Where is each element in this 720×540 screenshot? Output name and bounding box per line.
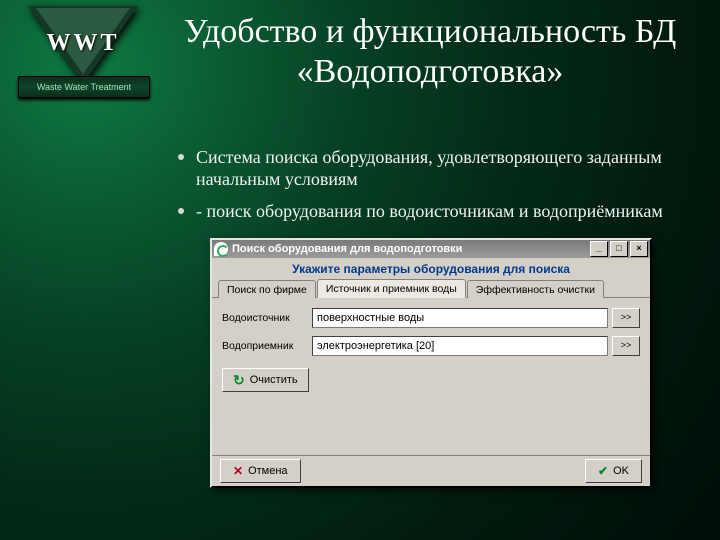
label-source: Водоисточник [222, 312, 312, 324]
minimize-button[interactable]: _ [590, 241, 608, 257]
bullet-list: Система поиска оборудования, удовлетворя… [138, 146, 720, 232]
tab-source-receiver[interactable]: Источник и приемник воды [317, 279, 466, 298]
field-receiver[interactable]: электроэнергетика [20] [312, 336, 608, 356]
ok-button[interactable]: ✔ OK [585, 459, 642, 483]
dialog-footer: ✕ Отмена ✔ OK [212, 455, 650, 486]
ok-label: OK [613, 465, 629, 477]
bullet-item: - поиск оборудования по водоисточникам и… [178, 200, 720, 222]
logo-bar: Waste Water Treatment [18, 76, 150, 98]
clear-label: Очистить [250, 374, 298, 386]
select-source-button[interactable]: >> [612, 308, 640, 328]
slide-title: Удобство и функциональность БД «Водоподг… [160, 12, 700, 92]
clear-button[interactable]: ↻ Очистить [222, 368, 309, 392]
titlebar[interactable]: Поиск оборудования для водоподготовки _ … [212, 240, 650, 258]
select-receiver-button[interactable]: >> [612, 336, 640, 356]
row-receiver: Водоприемник электроэнергетика [20] >> [222, 336, 640, 356]
logo-text: WWT [18, 30, 148, 57]
dialog-subtitle: Укажите параметры оборудования для поиск… [212, 258, 650, 278]
tab-search-by-firm[interactable]: Поиск по фирме [218, 280, 316, 298]
app-icon [214, 242, 228, 256]
bullet-item: Система поиска оборудования, удовлетворя… [178, 146, 720, 190]
cancel-icon: ✕ [233, 464, 243, 478]
search-dialog: Поиск оборудования для водоподготовки _ … [210, 238, 652, 488]
tab-panel: Водоисточник поверхностные воды >> Водоп… [212, 298, 650, 398]
tab-efficiency[interactable]: Эффективность очистки [467, 280, 604, 298]
label-receiver: Водоприемник [222, 340, 312, 352]
refresh-icon: ↻ [233, 372, 245, 389]
dialog-title: Поиск оборудования для водоподготовки [232, 243, 462, 255]
field-source[interactable]: поверхностные воды [312, 308, 608, 328]
row-source: Водоисточник поверхностные воды >> [222, 308, 640, 328]
cancel-label: Отмена [248, 465, 287, 477]
tab-bar: Поиск по фирме Источник и приемник воды … [212, 278, 650, 298]
close-button[interactable]: × [630, 241, 648, 257]
logo: WWT Waste Water Treatment [18, 6, 148, 121]
ok-icon: ✔ [598, 464, 608, 478]
maximize-button[interactable]: □ [610, 241, 628, 257]
cancel-button[interactable]: ✕ Отмена [220, 459, 301, 483]
